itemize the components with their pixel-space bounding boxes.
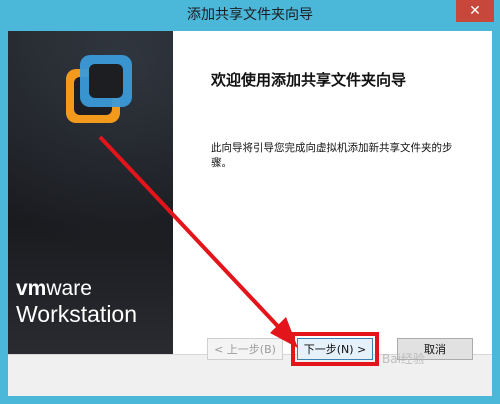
wizard-heading: 欢迎使用添加共享文件夹向导 bbox=[211, 71, 407, 89]
close-button[interactable]: ✕ bbox=[456, 0, 494, 22]
wizard-window: 添加共享文件夹向导 ✕ vmware Workstation 欢迎使用添加共享文… bbox=[0, 0, 500, 404]
watermark: Bai经验 bbox=[382, 352, 425, 366]
brand-ware: ware bbox=[46, 277, 92, 300]
wizard-description: 此向导将引导您完成向虚拟机添加新共享文件夹的步骤。 bbox=[211, 142, 453, 169]
window-title: 添加共享文件夹向导 bbox=[187, 7, 313, 23]
vmware-wordmark: vmware bbox=[16, 277, 92, 301]
vmware-banner: vmware Workstation bbox=[8, 31, 173, 354]
product-name: Workstation bbox=[16, 301, 138, 327]
next-button-highlight bbox=[291, 332, 379, 366]
title-bar[interactable]: 添加共享文件夹向导 ✕ bbox=[0, 0, 500, 30]
brand-vm: vm bbox=[16, 277, 47, 300]
vmware-logo-front-hole bbox=[89, 64, 123, 98]
back-button[interactable]: < 上一步(B) bbox=[207, 338, 283, 360]
close-icon: ✕ bbox=[469, 3, 481, 19]
